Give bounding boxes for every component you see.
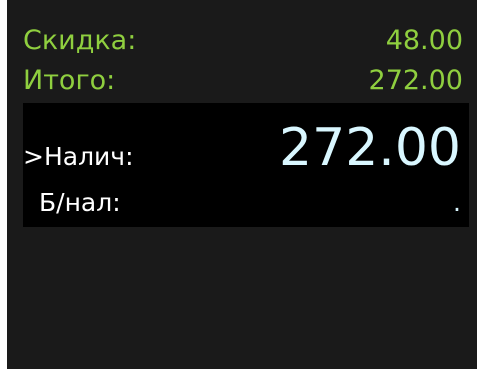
total-value: 272.00 bbox=[368, 65, 463, 96]
total-label: Итого: bbox=[23, 65, 116, 96]
cash-amount: 272.00 bbox=[279, 118, 461, 178]
card-label: Б/нал: bbox=[39, 188, 121, 217]
payment-panel: >Налич: 272.00 Б/нал: . bbox=[23, 103, 469, 227]
total-row: Итого: 272.00 bbox=[23, 64, 463, 98]
pos-customer-display: Скидка: 48.00 Итого: 272.00 >Налич: 272.… bbox=[7, 0, 477, 369]
cash-label: >Налич: bbox=[23, 142, 134, 171]
cash-payment-row: >Налич: 272.00 bbox=[23, 117, 461, 179]
card-amount: . bbox=[453, 188, 461, 217]
discount-label: Скидка: bbox=[23, 25, 137, 56]
discount-value: 48.00 bbox=[385, 25, 463, 56]
discount-row: Скидка: 48.00 bbox=[23, 24, 463, 58]
card-payment-row: Б/нал: . bbox=[23, 187, 461, 221]
